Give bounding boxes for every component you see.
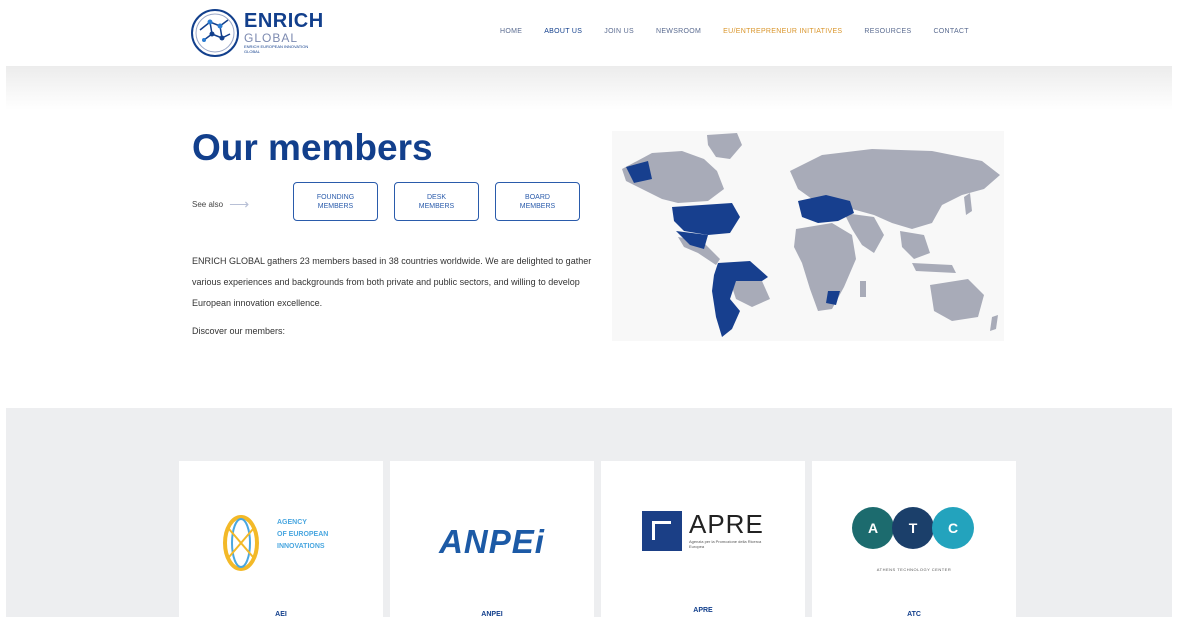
nav-home[interactable]: HOME xyxy=(500,28,522,35)
aei-logo-text: INNOVATIONS xyxy=(277,543,325,550)
apre-logo-text: APRE xyxy=(689,509,764,539)
page-title: Our members xyxy=(192,127,433,168)
aei-logo-text: OF EUROPEAN xyxy=(277,531,329,538)
nav-join-us[interactable]: JOIN US xyxy=(604,28,634,35)
button-line: DESK xyxy=(426,193,447,201)
member-card-anpei[interactable]: ANPEi ANPEI xyxy=(390,461,594,618)
button-line: MEMBERS xyxy=(317,202,354,210)
world-map xyxy=(612,131,1004,341)
nav-newsroom[interactable]: NEWSROOM xyxy=(656,28,701,35)
globe-network-icon xyxy=(191,9,239,57)
board-members-button[interactable]: BOARD MEMBERS xyxy=(495,182,580,221)
atc-logo-subtitle: ATHENS TECHNOLOGY CENTER xyxy=(876,567,952,572)
founding-members-button[interactable]: FOUNDING MEMBERS xyxy=(293,182,378,221)
member-name: ATC xyxy=(907,611,921,618)
aei-logo-text: AGENCY xyxy=(277,519,307,526)
button-line: MEMBERS xyxy=(418,202,455,210)
nav-resources[interactable]: RESOURCES xyxy=(864,28,911,35)
apre-mark-shape xyxy=(652,521,671,540)
member-card-atc[interactable]: A T C ATHENS TECHNOLOGY CENTER ATC xyxy=(812,461,1016,618)
member-name: AEI xyxy=(275,611,287,618)
header-shadow-band xyxy=(6,66,1172,110)
intro-text: ENRICH GLOBAL gathers 23 members based i… xyxy=(192,256,592,308)
main-nav: HOME ABOUT US JOIN US NEWSROOM EU/ENTREP… xyxy=(500,28,991,35)
discover-text: Discover our members: xyxy=(192,326,286,336)
logo-subbrand: GLOBAL xyxy=(244,31,299,45)
button-line: MEMBERS xyxy=(519,202,556,210)
button-line: BOARD xyxy=(525,193,550,201)
nav-about-us[interactable]: ABOUT US xyxy=(544,28,582,35)
apre-logo-mark xyxy=(642,511,682,551)
see-also-label: See also xyxy=(192,199,224,209)
enrich-global-logo[interactable]: ENRICH GLOBAL ENRICH EUROPEAN INNOVATION… xyxy=(190,8,323,60)
member-name: ANPEI xyxy=(481,611,503,618)
nav-contact[interactable]: CONTACT xyxy=(933,28,968,35)
atc-circle-a: A xyxy=(852,507,894,549)
member-card-aei[interactable]: AGENCY OF EUROPEAN INNOVATIONS AEI xyxy=(179,461,383,618)
site-header: ENRICH GLOBAL ENRICH EUROPEAN INNOVATION… xyxy=(0,0,1178,66)
see-also: See also ⟶ xyxy=(192,196,250,212)
arrow-right-icon: ⟶ xyxy=(229,196,250,212)
logo-tagline: ENRICH EUROPEAN INNOVATION GLOBAL xyxy=(244,44,309,54)
atc-circle-c: C xyxy=(932,507,974,549)
nav-initiatives[interactable]: EU/ENTREPRENEUR INITIATIVES xyxy=(723,28,842,35)
member-card-apre[interactable]: APRE Agenzia per la Promozione della Ric… xyxy=(601,461,805,617)
button-line: FOUNDING xyxy=(316,193,355,201)
atc-circle-t: T xyxy=(892,507,934,549)
member-name: APRE xyxy=(693,607,713,614)
anpei-logo: ANPEi xyxy=(439,523,545,560)
logo-brand: ENRICH xyxy=(244,10,324,32)
apre-logo-subtitle: Agenzia per la Promozione della Ricerca … xyxy=(689,539,762,549)
desk-members-button[interactable]: DESK MEMBERS xyxy=(394,182,479,221)
